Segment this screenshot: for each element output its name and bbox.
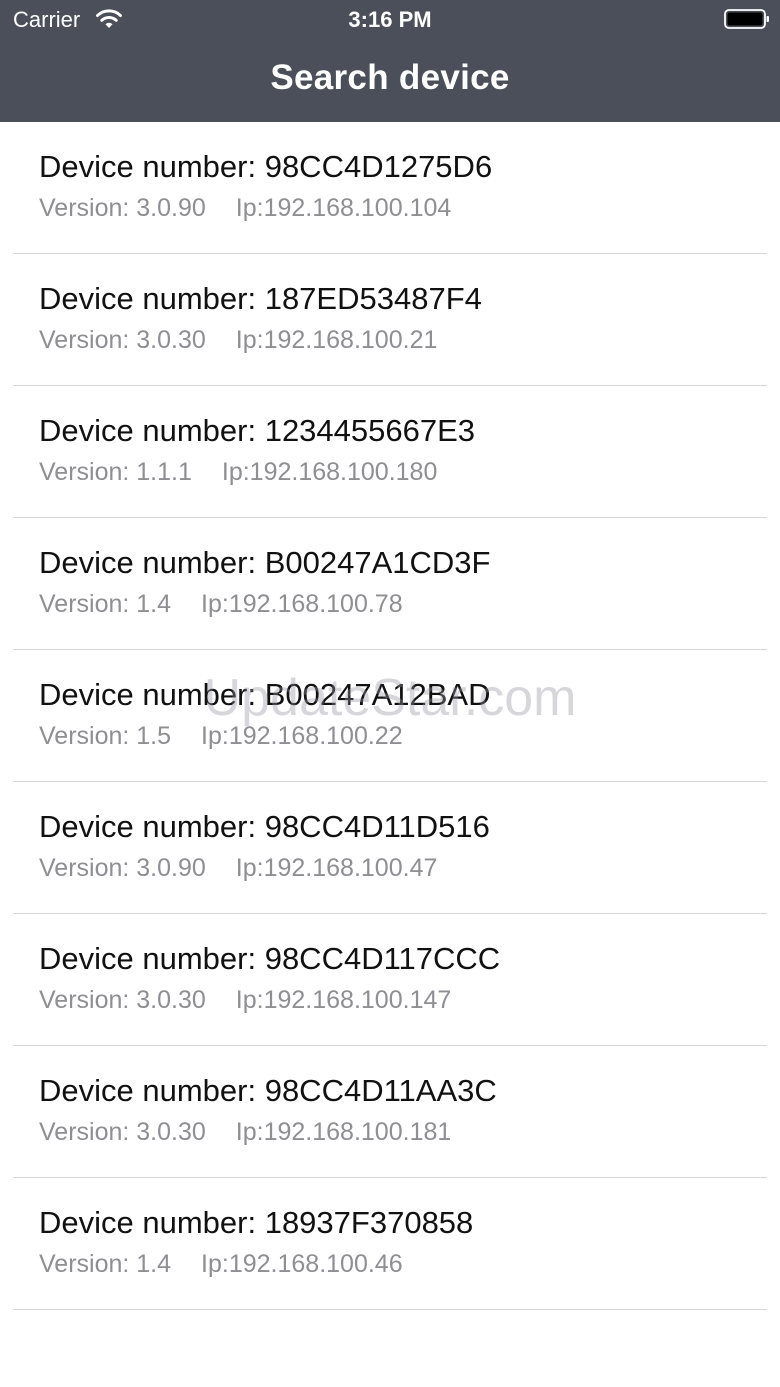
device-version: Version: 3.0.30 <box>39 326 206 354</box>
device-list-item[interactable]: Device number: B00247A1CD3F Version: 1.4… <box>13 518 767 650</box>
device-number: Device number: B00247A1CD3F <box>39 545 491 580</box>
device-version: Version: 3.0.30 <box>39 1118 206 1146</box>
device-ip: Ip:192.168.100.47 <box>235 854 438 882</box>
device-number: Device number: 98CC4D11D516 <box>39 809 490 844</box>
device-meta: Version: 3.0.30 Ip:192.168.100.21 <box>39 324 437 356</box>
device-meta: Version: 1.1.1 Ip:192.168.100.180 <box>39 456 437 488</box>
device-number: Device number: 98CC4D117CCC <box>39 941 501 976</box>
device-ip: Ip:192.168.100.104 <box>235 194 452 222</box>
device-number: Device number: 187ED53487F4 <box>39 281 482 316</box>
device-version: Version: 3.0.90 <box>39 854 206 882</box>
device-meta: Version: 1.4 Ip:192.168.100.78 <box>39 588 403 620</box>
device-list-item[interactable]: Device number: 98CC4D117CCC Version: 3.0… <box>13 914 767 1046</box>
device-ip: Ip:192.168.100.22 <box>201 722 403 750</box>
device-number: Device number: B00247A12BAD <box>39 677 491 712</box>
device-list-item[interactable]: Device number: 98CC4D1275D6 Version: 3.0… <box>13 122 767 254</box>
device-meta: Version: 1.5 Ip:192.168.100.22 <box>39 720 403 752</box>
device-ip: Ip:192.168.100.46 <box>201 1250 403 1278</box>
page-title: Search device <box>270 58 510 97</box>
device-list-item[interactable]: Device number: 98CC4D11AA3C Version: 3.0… <box>13 1046 767 1178</box>
device-ip: Ip:192.168.100.21 <box>235 326 438 354</box>
device-number: Device number: 98CC4D11AA3C <box>39 1073 497 1108</box>
device-list-item[interactable]: Device number: 187ED53487F4 Version: 3.0… <box>13 254 767 386</box>
device-ip: Ip:192.168.100.78 <box>201 590 403 618</box>
device-version: Version: 1.4 <box>39 1250 172 1278</box>
device-list-item[interactable]: Device number: B00247A12BAD Version: 1.5… <box>13 650 767 782</box>
device-version: Version: 3.0.90 <box>39 194 206 222</box>
device-meta: Version: 1.4 Ip:192.168.100.46 <box>39 1248 403 1280</box>
header: Carrier 3:16 PM Search device <box>0 0 780 122</box>
device-meta: Version: 3.0.90 Ip:192.168.100.47 <box>39 852 437 884</box>
status-time: 3:16 PM <box>348 7 432 32</box>
device-meta: Version: 3.0.30 Ip:192.168.100.147 <box>39 984 451 1016</box>
device-list: Device number: 98CC4D1275D6 Version: 3.0… <box>0 122 780 1310</box>
device-list-item[interactable]: Device number: 18937F370858 Version: 1.4… <box>13 1178 767 1310</box>
device-number: Device number: 98CC4D1275D6 <box>39 149 493 184</box>
device-version: Version: 3.0.30 <box>39 986 206 1014</box>
battery-icon <box>724 9 769 29</box>
device-version: Version: 1.1.1 <box>39 458 192 486</box>
status-bar: Carrier 3:16 PM <box>0 0 780 40</box>
device-list-item[interactable]: Device number: 1234455667E3 Version: 1.1… <box>13 386 767 518</box>
device-meta: Version: 3.0.90 Ip:192.168.100.104 <box>39 192 451 224</box>
device-ip: Ip:192.168.100.180 <box>221 458 438 486</box>
device-number: Device number: 1234455667E3 <box>39 413 476 448</box>
device-meta: Version: 3.0.30 Ip:192.168.100.181 <box>39 1116 451 1148</box>
device-ip: Ip:192.168.100.147 <box>235 986 452 1014</box>
device-list-item[interactable]: Device number: 98CC4D11D516 Version: 3.0… <box>13 782 767 914</box>
device-number: Device number: 18937F370858 <box>39 1205 474 1240</box>
device-version: Version: 1.5 <box>39 722 172 750</box>
device-version: Version: 1.4 <box>39 590 172 618</box>
device-ip: Ip:192.168.100.181 <box>235 1118 452 1146</box>
